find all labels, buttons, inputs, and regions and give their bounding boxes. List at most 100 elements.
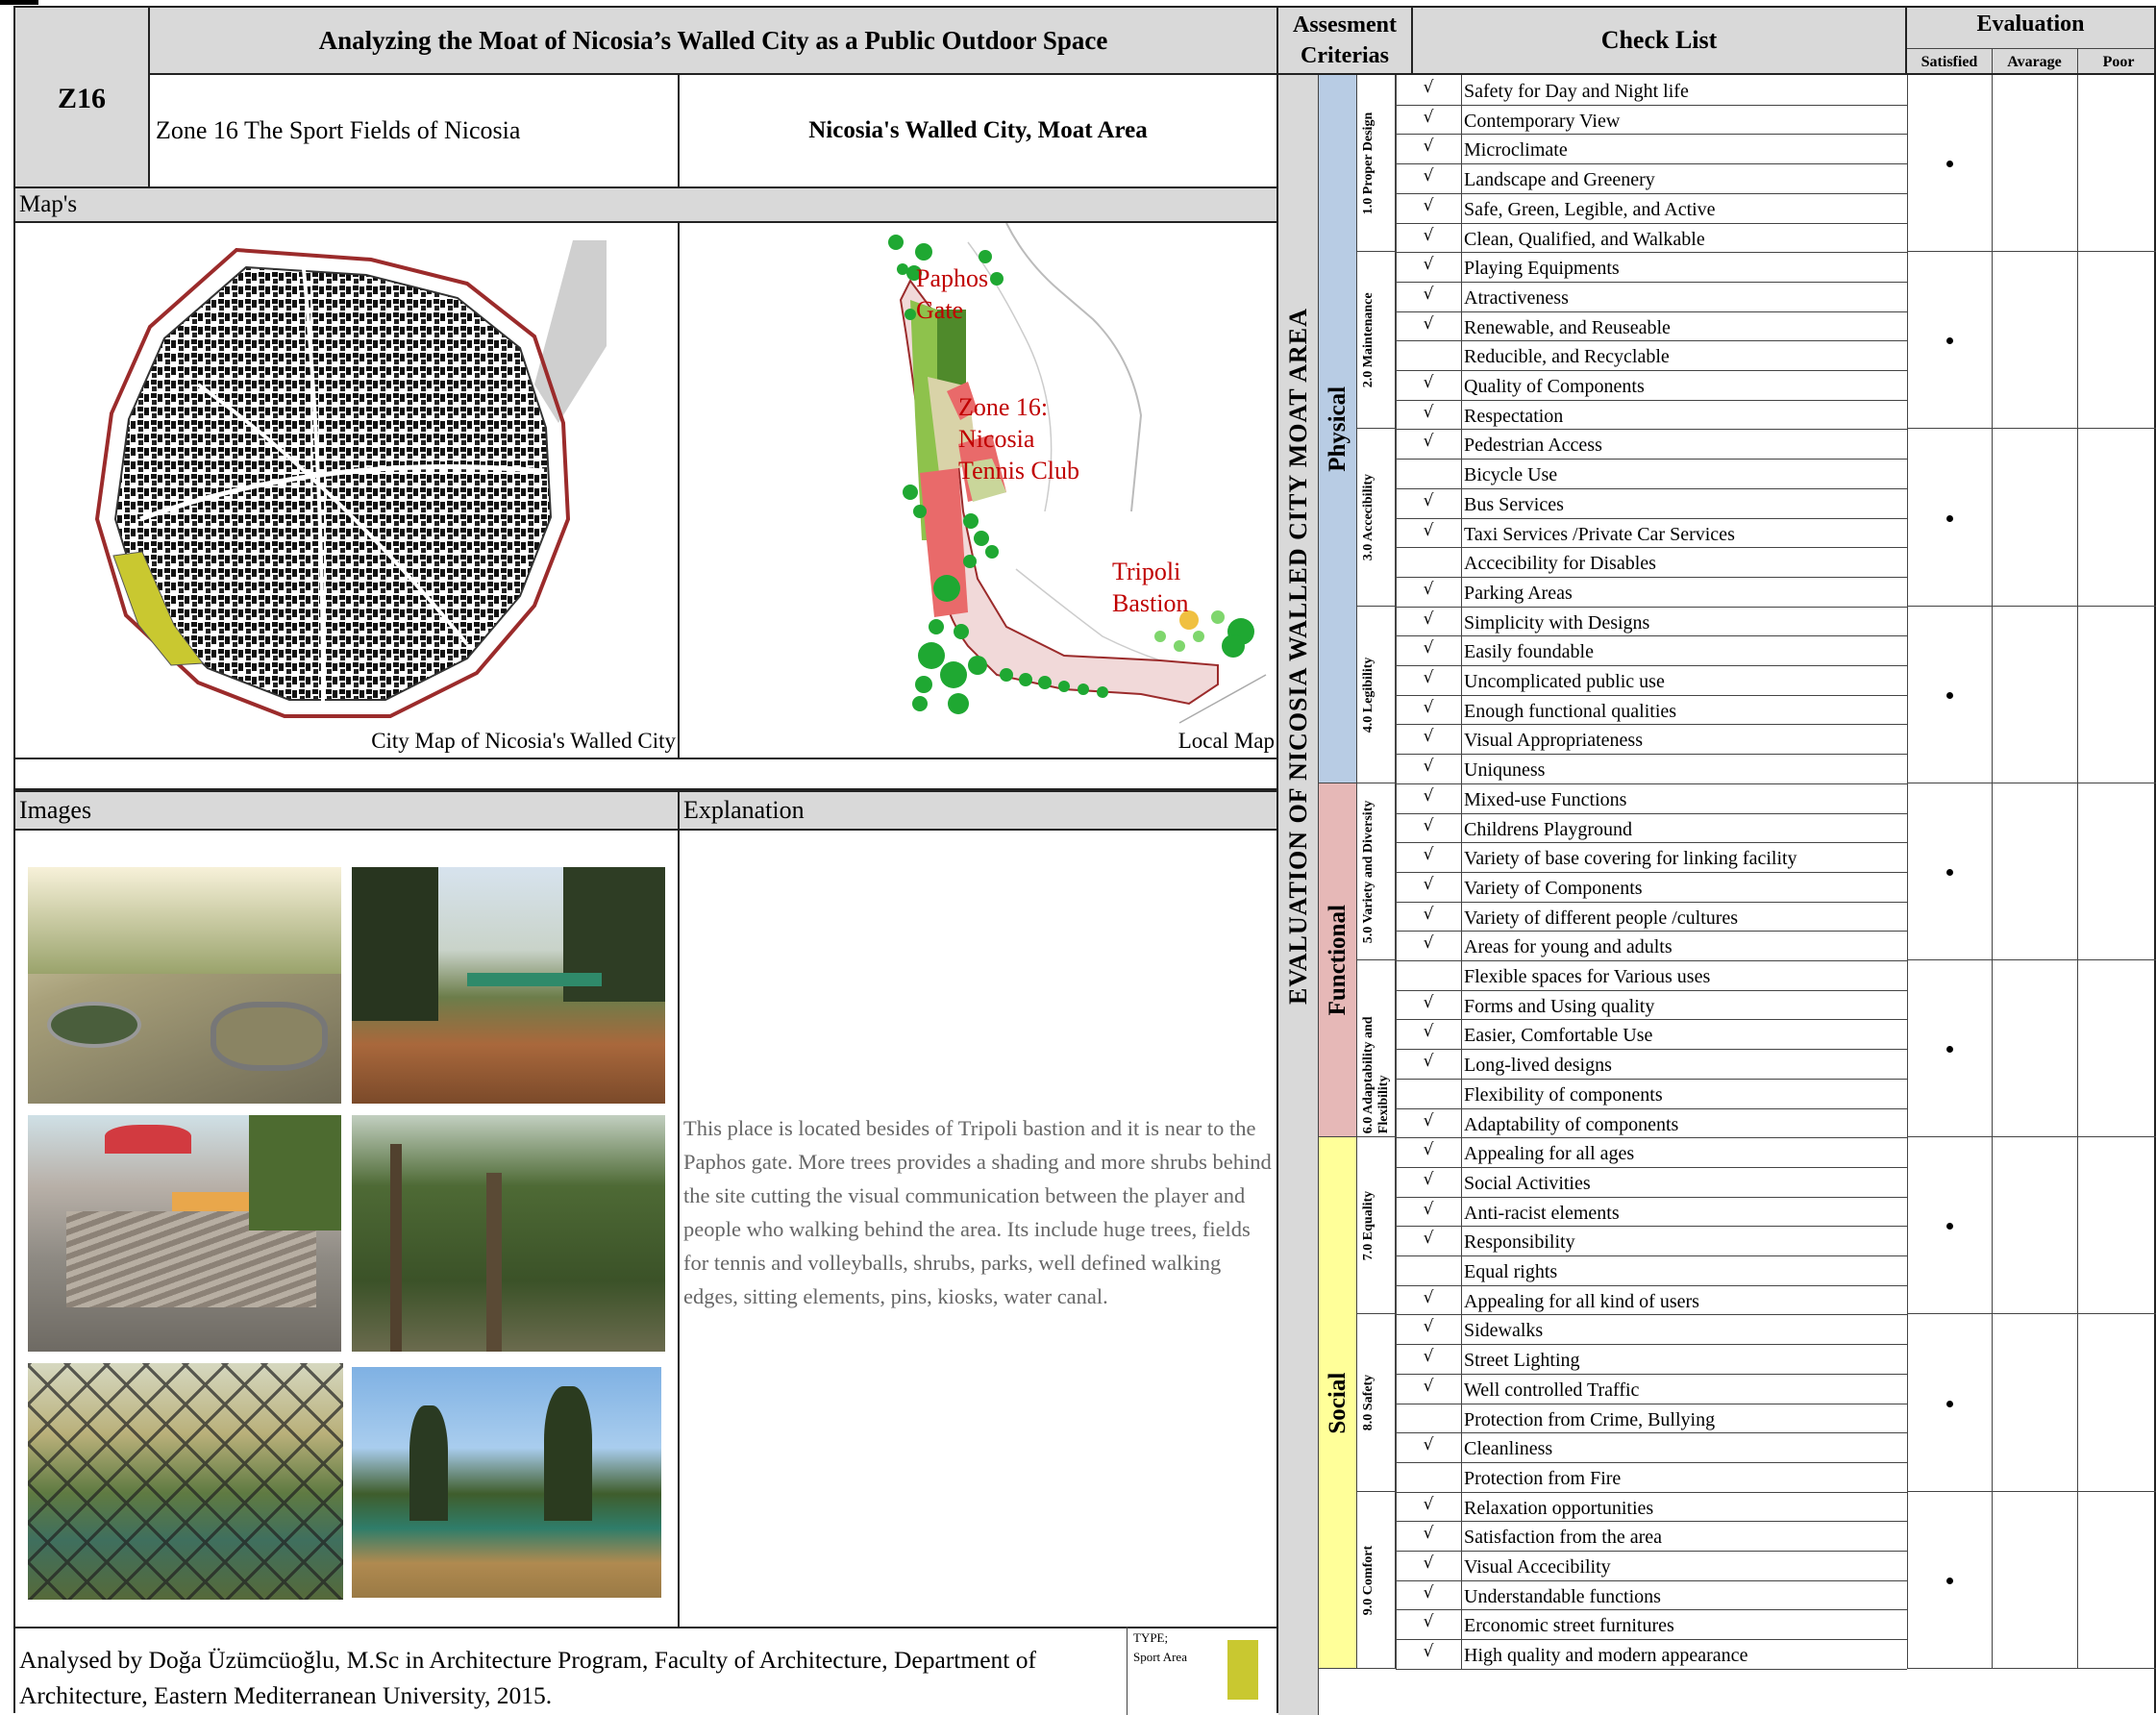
evaluation-cell [2077,606,2156,783]
row-divider [1396,635,1907,637]
vertical-title: EVALUATION OF NICOSIA WALLED CITY MOAT A… [1284,308,1312,1006]
check-mark: √ [1423,815,1434,835]
check-mark: √ [1423,166,1434,186]
row-divider [1396,1373,1907,1375]
row-divider [1396,1491,1907,1493]
evaluation-dot [1946,868,1953,876]
row-divider [1396,1461,1907,1463]
col-divider-check [1396,75,1397,1669]
checklist-item: Simplicity with Designs [1464,611,1650,634]
checklist-item: Childrens Playground [1464,818,1632,840]
row-divider [1396,1284,1907,1286]
evaluation-cell [2077,252,2156,430]
check-mark: √ [1423,757,1434,777]
category-label: Social [1325,1372,1351,1434]
row-divider [1396,222,1907,224]
map-caption-row [13,758,1278,790]
map-label-tennis-club: Tennis Club [958,457,1080,485]
checklist-item: Microclimate [1464,139,1568,162]
check-mark: √ [1423,727,1434,747]
row-divider [1396,931,1907,932]
checklist-item: Safe, Green, Legible, and Active [1464,198,1716,220]
check-mark: √ [1423,195,1434,215]
check-mark: √ [1423,1110,1434,1131]
zone-name: Zone 16 The Sport Fields of Nicosia [156,116,521,144]
checklist-item: Atractiveness [1464,286,1569,309]
check-mark: √ [1423,313,1434,334]
check-mark: √ [1423,107,1434,127]
row-divider [1396,399,1907,401]
checklist-item: Flexibility of components [1464,1083,1663,1106]
check-mark: √ [1423,402,1434,422]
evaluation-cell [1992,252,2077,430]
check-mark: √ [1423,904,1434,924]
checklist-item: Visual Accecibility [1464,1556,1611,1578]
checklist-heading: Check List [1600,26,1718,54]
evaluation-cell [2077,75,2156,253]
row-divider [1396,1107,1907,1109]
images-cell [13,829,680,1628]
check-mark: √ [1423,1052,1434,1072]
checklist-item: Bicycle Use [1464,464,1558,486]
checklist-heading-cell: Check List [1411,6,1907,75]
maps-section-label: Map's [19,191,78,217]
zone-code: Z16 [57,83,106,114]
check-mark: √ [1423,933,1434,954]
criterion-label: 3.0 Accecibility [1361,474,1375,561]
evaluation-dot [1946,691,1953,699]
checklist-item: Street Lighting [1464,1350,1580,1372]
eval-col-average: Avarage [2007,54,2062,70]
check-mark: √ [1423,1582,1434,1603]
criterion-label: 5.0 Variety and Diversity [1361,800,1375,944]
row-divider [1396,1314,1907,1316]
criterion-cell: 5.0 Variety and Diversity [1357,783,1396,960]
check-mark: √ [1423,1199,1434,1219]
check-mark: √ [1423,1376,1434,1396]
row-divider [1396,517,1907,519]
checklist-item: Renewable, and Reuseable [1464,316,1671,338]
map-label-bastion: Bastion [1112,589,1189,617]
row-divider [1396,340,1907,342]
checklist-item: Taxi Services /Private Car Services [1464,523,1735,545]
checklist-item: Sidewalks [1464,1320,1544,1342]
check-mark: √ [1423,520,1434,540]
category-social: Social [1319,1137,1357,1669]
checklist-item: Responsibility [1464,1231,1575,1254]
explanation-cell: This place is located besides of Tripoli… [678,829,1278,1628]
checklist-item: Respectation [1464,405,1564,427]
row-divider [1396,459,1907,460]
row-divider [1396,1344,1907,1346]
category-functional: Functional [1319,783,1357,1138]
check-mark: √ [1423,1494,1434,1514]
photo-tennis-court-2 [352,1367,661,1598]
checklist-item: Enough functional qualities [1464,700,1677,722]
checklist-item: Satisfaction from the area [1464,1527,1663,1549]
evaluation-cell [2077,429,2156,607]
footer-cell: Analysed by Doğa Üzümcüoğlu, M.Sc in Arc… [13,1627,1278,1715]
checklist-item: Erconomic street furnitures [1464,1615,1674,1637]
checklist-item: Equal rights [1464,1261,1558,1282]
row-divider [1396,134,1907,136]
checklist-item: Visual Appropriateness [1464,730,1643,752]
evaluation-cell [1992,783,2077,960]
checklist-item: Uniquness [1464,759,1546,782]
checklist-item: Bus Services [1464,493,1564,515]
zone-name-cell: Zone 16 The Sport Fields of Nicosia [148,73,680,188]
checklist-item: Social Activities [1464,1172,1591,1194]
evaluation-dot [1946,1400,1953,1407]
row-divider [1396,252,1907,254]
criterion-cell: 8.0 Safety [1357,1314,1396,1492]
photo-playground [28,867,341,1104]
row-divider [1396,370,1907,371]
map-label-nicosia: Nicosia [958,425,1035,453]
row-divider [1396,665,1907,666]
check-mark: √ [1423,1317,1434,1337]
row-divider [1396,1609,1907,1611]
explanation-section-header: Explanation [678,790,1278,831]
row-divider [1396,192,1907,194]
checklist-item: High quality and modern appearance [1464,1645,1748,1667]
checklist-item: Pedestrian Access [1464,435,1602,457]
area-name-cell: Nicosia's Walled City, Moat Area [678,73,1278,188]
checklist-item: Landscape and Greenery [1464,169,1655,191]
check-mark: √ [1423,255,1434,275]
